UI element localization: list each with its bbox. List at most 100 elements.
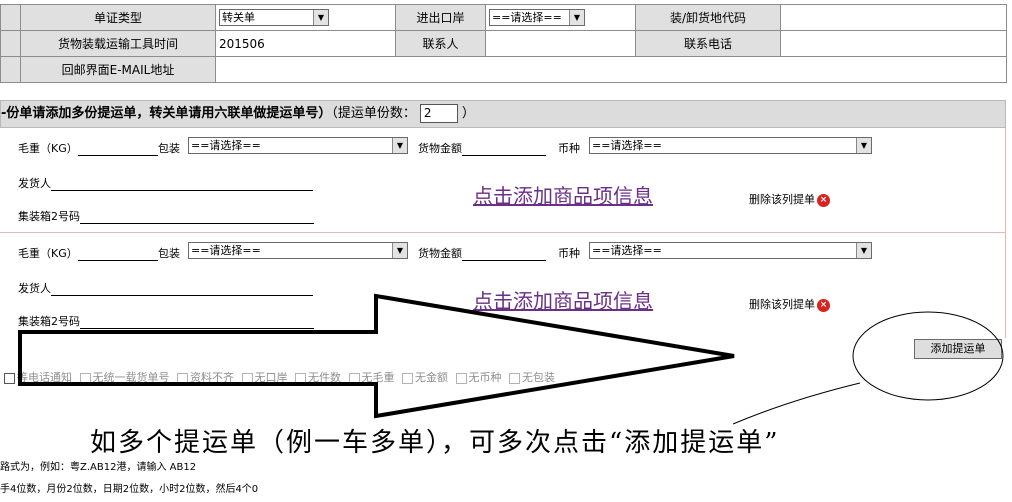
package-label: 包装 xyxy=(158,142,180,155)
checkbox-row: 等电话通知 无统一载货单号 资料不齐 无口岸 无件数 无毛重 无金额 无币种 无… xyxy=(4,369,559,385)
goods-amount-label: 货物金额 xyxy=(418,142,462,155)
gross-weight-label: 毛重（KG） xyxy=(18,247,78,260)
goods-amount-input[interactable] xyxy=(462,143,546,156)
container2-input[interactable] xyxy=(80,316,314,329)
checkbox-label: 无统一载货单号 xyxy=(92,371,170,384)
delete-bill-button[interactable]: 删除该列提单 × xyxy=(749,296,830,312)
chevron-down-icon: ▼ xyxy=(856,138,871,153)
checkbox-no-amount[interactable]: 无金额 xyxy=(402,369,448,385)
chevron-down-icon: ▼ xyxy=(313,10,328,25)
row-stub xyxy=(0,30,21,57)
currency-select-value: ==请选择== xyxy=(592,139,662,152)
checkbox-no-currency[interactable]: 无币种 xyxy=(455,369,502,385)
bill-count-label-open: （提运单份数： xyxy=(331,106,416,121)
checkbox-box xyxy=(455,372,467,384)
port-select[interactable]: ==请选择== ▼ xyxy=(489,9,585,26)
currency-label: 币种 xyxy=(558,142,580,155)
checkbox-label: 无件数 xyxy=(308,371,341,384)
checkbox-label: 无币种 xyxy=(468,371,502,384)
checkbox-label: 资料不齐 xyxy=(190,371,234,384)
bill-item: 毛重（KG） 包装 ==请选择== ▼ 货物金额 币种 ==请选择== ▼ 发货… xyxy=(0,128,1006,230)
callout-line xyxy=(732,382,861,425)
doc-type-label: 单证类型 xyxy=(20,4,216,31)
bill-count-label-close: ） xyxy=(461,106,475,121)
checkbox-no-port[interactable]: 无口岸 xyxy=(241,369,288,385)
gross-weight-input[interactable] xyxy=(77,143,158,156)
checkbox-box xyxy=(4,372,15,384)
close-circle-icon: × xyxy=(817,298,830,312)
annotation-caption: 如多个提运单（例一车多单），可多次点击“添加提运单” xyxy=(90,428,780,458)
shipper-label: 发货人 xyxy=(18,282,51,295)
checkbox-box xyxy=(295,372,306,384)
currency-select[interactable]: ==请选择== ▼ xyxy=(589,242,872,259)
checkbox-incomplete[interactable]: 资料不齐 xyxy=(177,369,234,385)
load-time-label: 货物装载运输工具时间 xyxy=(20,30,216,57)
goods-amount-input[interactable] xyxy=(462,248,546,261)
checkbox-box xyxy=(79,372,91,384)
shipper-input[interactable] xyxy=(51,283,313,296)
load-time-input[interactable]: 201506 xyxy=(215,30,396,57)
container2-input[interactable] xyxy=(80,211,314,224)
checkbox-box xyxy=(177,372,188,384)
package-select[interactable]: ==请选择== ▼ xyxy=(188,137,408,154)
checkbox-label: 无金额 xyxy=(415,371,448,384)
add-goods-link[interactable]: 点击添加商品项信息 xyxy=(473,285,653,314)
checkbox-no-package[interactable]: 无包装 xyxy=(509,369,555,385)
load-code-label: 装/卸货地代码 xyxy=(635,4,781,31)
close-circle-icon: × xyxy=(817,193,830,207)
checkbox-box xyxy=(241,372,253,384)
checkbox-label: 无毛重 xyxy=(361,371,395,384)
checkbox-box xyxy=(348,372,360,384)
add-goods-link[interactable]: 点击添加商品项信息 xyxy=(473,180,653,209)
chevron-down-icon: ▼ xyxy=(392,138,407,153)
phone-label: 联系电话 xyxy=(635,30,781,57)
phone-input[interactable] xyxy=(780,30,1007,57)
checkbox-no-pieces[interactable]: 无件数 xyxy=(295,369,341,385)
currency-select-value: ==请选择== xyxy=(592,244,662,257)
goods-amount-label: 货物金额 xyxy=(418,247,462,260)
shipper-label: 发货人 xyxy=(18,177,51,190)
gross-weight-input[interactable] xyxy=(77,248,158,261)
hint-plate: 路式为，例如：粤Z.AB12港，请输入 AB12 xyxy=(0,462,197,473)
bill-item: 毛重（KG） 包装 ==请选择== ▼ 货物金额 币种 ==请选择== ▼ 发货… xyxy=(0,232,1006,334)
checkbox-box xyxy=(402,372,413,384)
email-label: 回邮界面E-MAIL地址 xyxy=(20,56,216,83)
checkbox-label: 等电话通知 xyxy=(17,371,72,384)
declaration-table: 单证类型 转关单 ▼ 进出口岸 ==请选择== ▼ 装/卸货地代码 货物装载运输… xyxy=(0,4,1007,83)
container2-label: 集装箱2号码 xyxy=(18,210,80,223)
checkbox-no-manifest[interactable]: 无统一载货单号 xyxy=(79,369,170,385)
container2-label: 集装箱2号码 xyxy=(18,315,80,328)
hint-time: 手4位数，月份2位数，日期2位数，小时2位数，然后4个0 xyxy=(0,484,259,495)
delete-bill-button[interactable]: 删除该列提单 × xyxy=(749,191,830,207)
port-label: 进出口岸 xyxy=(395,4,486,31)
package-select-value: ==请选择== xyxy=(191,244,261,257)
checkbox-no-weight[interactable]: 无毛重 xyxy=(348,369,395,385)
package-label: 包装 xyxy=(158,247,180,260)
gross-weight-label: 毛重（KG） xyxy=(18,142,78,155)
bill-section-title: -份单请添加多份提运单，转关单请用六联单做提运单号） xyxy=(1,106,332,121)
bill-list: 毛重（KG） 包装 ==请选择== ▼ 货物金额 币种 ==请选择== ▼ 发货… xyxy=(0,128,1006,338)
chevron-down-icon: ▼ xyxy=(856,243,871,258)
package-select[interactable]: ==请选择== ▼ xyxy=(188,242,408,259)
currency-select[interactable]: ==请选择== ▼ xyxy=(589,137,872,154)
load-code-input[interactable] xyxy=(780,4,1007,31)
package-select-value: ==请选择== xyxy=(191,139,261,152)
checkbox-label: 无包装 xyxy=(522,371,555,384)
contact-input[interactable] xyxy=(485,30,636,57)
add-bill-button[interactable]: 添加提运单 xyxy=(914,339,1002,359)
shipper-input[interactable] xyxy=(51,178,313,191)
doc-type-value: 转关单 xyxy=(222,11,255,24)
bill-section-header: -份单请添加多份提运单，转关单请用六联单做提运单号）（提运单份数： 2） xyxy=(0,100,1006,128)
email-input[interactable] xyxy=(215,56,1007,83)
delete-bill-label: 删除该列提单 xyxy=(749,298,815,311)
row-stub xyxy=(0,56,21,83)
port-value: ==请选择== xyxy=(492,11,562,24)
delete-bill-label: 删除该列提单 xyxy=(749,193,815,206)
currency-label: 币种 xyxy=(558,247,580,260)
doc-type-select[interactable]: 转关单 ▼ xyxy=(219,9,329,26)
checkbox-label: 无口岸 xyxy=(254,371,288,384)
checkbox-box xyxy=(509,372,520,384)
row-stub xyxy=(0,4,21,31)
bill-count-input[interactable]: 2 xyxy=(419,104,458,123)
checkbox-phone-notify[interactable]: 等电话通知 xyxy=(4,369,72,385)
